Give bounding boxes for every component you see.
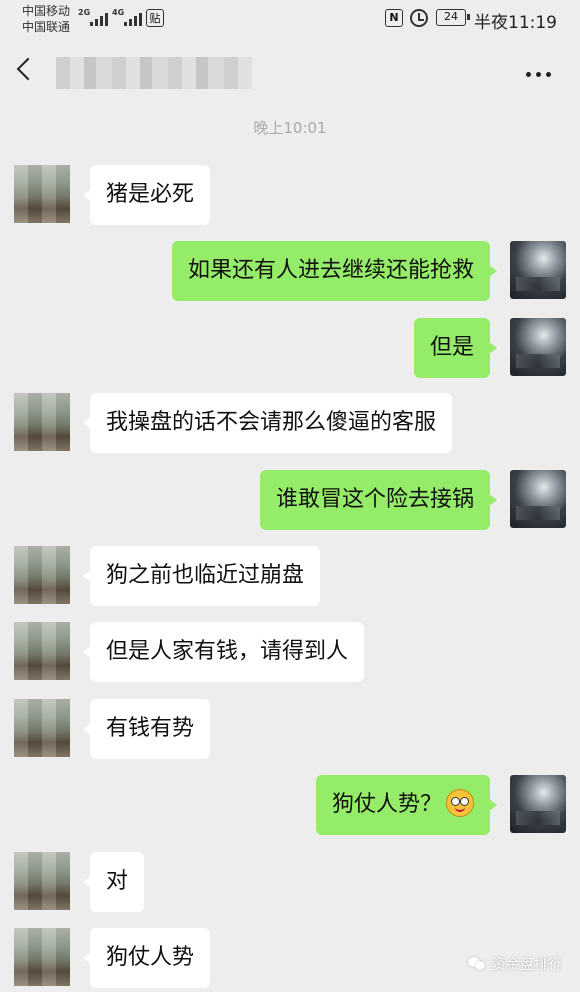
signal-icon-2: 4G	[112, 8, 142, 26]
carrier-1: 中国移动	[22, 4, 71, 18]
message-bubble[interactable]: 对	[82, 852, 145, 912]
smile-emoji-icon	[446, 789, 474, 817]
avatar[interactable]	[510, 241, 566, 299]
back-icon[interactable]	[16, 57, 40, 81]
avatar[interactable]	[14, 928, 70, 986]
nfc-icon: N	[385, 9, 403, 27]
chat-title	[56, 57, 252, 89]
status-bar: 中国移动 中国联通 2G 4G 贴 N 24 半夜11:19	[0, 0, 580, 38]
message-bubble[interactable]: 谁敢冒这个险去接锅	[259, 470, 498, 530]
message-text: 狗仗人势？	[331, 792, 442, 817]
status-time: 半夜11:19	[474, 13, 557, 33]
message-bubble[interactable]: 狗仗人势	[82, 928, 211, 988]
message-bubble[interactable]: 但是	[413, 318, 498, 378]
avatar[interactable]	[14, 852, 70, 910]
message-bubble[interactable]: 猪是必死	[82, 165, 211, 225]
message-bubble[interactable]: 如果还有人进去继续还能抢救	[171, 241, 498, 301]
chat-header	[0, 44, 580, 102]
message-bubble[interactable]: 狗之前也临近过崩盘	[82, 546, 321, 606]
avatar[interactable]	[14, 546, 70, 604]
alarm-icon	[410, 9, 428, 27]
message-bubble[interactable]: 狗仗人势？	[315, 775, 498, 835]
avatar[interactable]	[14, 699, 70, 757]
avatar[interactable]	[14, 165, 70, 223]
watermark-text: 资金盘排行	[492, 957, 562, 973]
message-bubble[interactable]: 有钱有势	[82, 699, 211, 759]
signal-icon-1: 2G	[78, 8, 108, 26]
battery-icon: 24	[436, 9, 470, 26]
more-icon[interactable]	[526, 72, 551, 77]
sticker-icon: 贴	[146, 9, 164, 27]
avatar[interactable]	[510, 775, 566, 833]
wechat-icon	[468, 957, 486, 971]
message-bubble[interactable]: 但是人家有钱，请得到人	[82, 622, 365, 682]
avatar[interactable]	[510, 470, 566, 528]
avatar[interactable]	[14, 393, 70, 451]
message-bubble[interactable]: 我操盘的话不会请那么傻逼的客服	[82, 393, 453, 453]
avatar[interactable]	[14, 622, 70, 680]
carrier-2: 中国联通	[22, 20, 71, 34]
watermark: 资金盘排行	[468, 954, 562, 974]
avatar[interactable]	[510, 318, 566, 376]
message-timestamp: 晚上10:01	[253, 119, 327, 137]
